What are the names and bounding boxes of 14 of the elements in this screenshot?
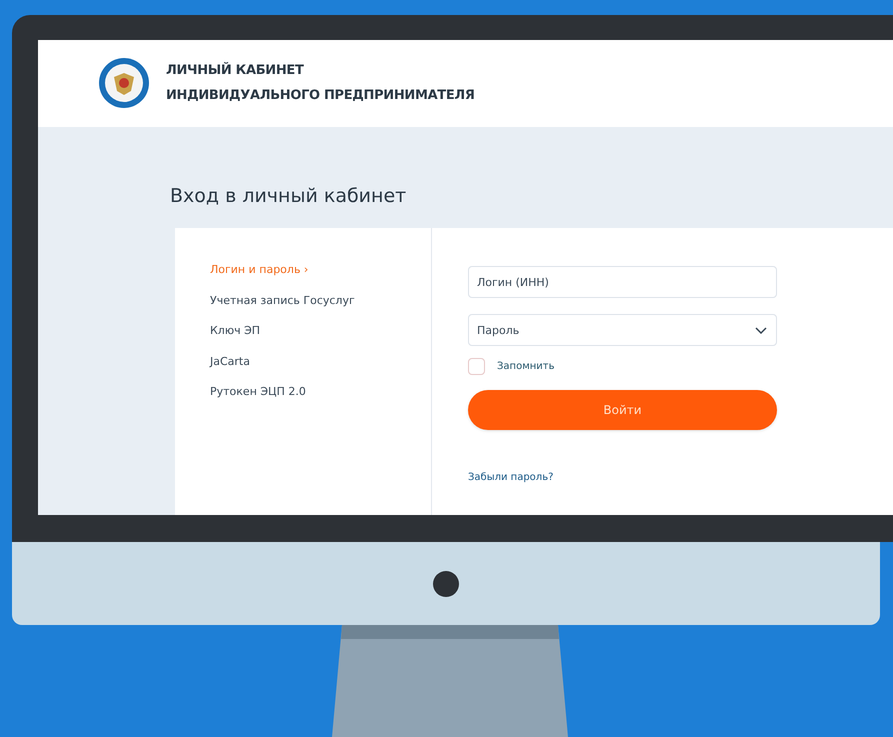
remember-checkbox[interactable] [468, 358, 485, 375]
emblem-logo-icon [98, 57, 150, 110]
login-method-link[interactable]: Ключ ЭП [210, 323, 260, 340]
forgot-password-link[interactable]: Забыли пароль? [468, 470, 554, 485]
login-field[interactable]: Логин (ИНН) [468, 266, 777, 298]
header-subtitle: ИНДИВИДУАЛЬНОГО ПРЕДПРИНИМАТЕЛЯ [166, 87, 475, 106]
chevron-down-icon [755, 327, 767, 334]
password-field[interactable]: Пароль [468, 314, 777, 346]
login-method-link[interactable]: JaCarta [210, 354, 250, 370]
header-title: ЛИЧНЫЙ КАБИНЕТ [166, 61, 305, 80]
login-method-link[interactable]: Рутокен ЭЦП 2.0 [210, 384, 306, 400]
remember-label: Запомнить [497, 360, 554, 374]
page-title: Вход в личный кабинет [170, 184, 408, 208]
login-method-link[interactable]: Учетная запись Госуслуг [210, 292, 355, 309]
